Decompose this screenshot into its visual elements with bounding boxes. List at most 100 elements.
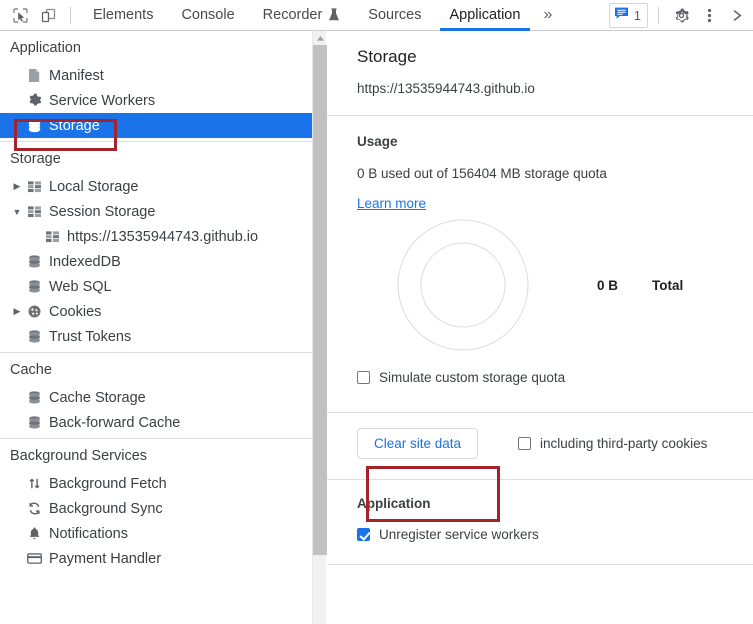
simulate-quota-row[interactable]: Simulate custom storage quota xyxy=(357,370,753,385)
chevron-right-icon[interactable]: ▶ xyxy=(10,181,24,192)
sidebar-item-label: Background Sync xyxy=(49,501,163,517)
tab-label: Console xyxy=(181,7,234,23)
sidebar-item-label: Local Storage xyxy=(49,179,138,195)
storage-usage-chart: 0 B Total xyxy=(357,213,753,368)
third-party-cookies-checkbox[interactable] xyxy=(518,437,531,450)
sidebar-item-background-sync[interactable]: Background Sync xyxy=(0,496,312,521)
tab-recorder[interactable]: Recorder xyxy=(249,0,355,31)
sidebar-item-label: Storage xyxy=(49,118,100,134)
database-icon xyxy=(24,279,44,294)
storage-panel-header: Storage https://13535944743.github.io xyxy=(327,31,753,96)
sidebar-item-cookies[interactable]: ▶ Cookies xyxy=(0,299,312,324)
sidebar-item-label: IndexedDB xyxy=(49,254,121,270)
usage-summary: 0 B used out of 156404 MB storage quota xyxy=(357,166,753,181)
inspect-element-cursor-icon[interactable] xyxy=(6,2,34,28)
third-party-cookies-label: including third-party cookies xyxy=(540,436,707,451)
sidebar-item-notifications[interactable]: Notifications xyxy=(0,521,312,546)
sidebar-scrollbar[interactable] xyxy=(312,31,326,624)
database-icon xyxy=(24,415,44,430)
bell-icon xyxy=(24,526,44,541)
tab-sources[interactable]: Sources xyxy=(354,0,435,31)
tab-label: Elements xyxy=(93,7,153,23)
section-divider xyxy=(327,564,753,565)
table-icon xyxy=(24,205,44,218)
tab-elements[interactable]: Elements xyxy=(79,0,167,31)
sidebar-group-title-background-services: Background Services xyxy=(0,439,312,471)
tab-label: Sources xyxy=(368,7,421,23)
sidebar-item-label: Cache Storage xyxy=(49,390,146,406)
more-tabs-chevron-icon[interactable]: » xyxy=(534,0,561,31)
origin-label: https://13535944743.github.io xyxy=(357,81,753,96)
sidebar-item-label: Back-forward Cache xyxy=(49,415,180,431)
toolbar-divider xyxy=(70,7,71,24)
message-count: 1 xyxy=(634,8,641,23)
device-toolbar-icon[interactable] xyxy=(34,2,62,28)
sidebar-item-trust-tokens[interactable]: Trust Tokens xyxy=(0,324,312,349)
application-section-title: Application xyxy=(357,496,753,511)
experimental-flask-icon xyxy=(328,8,340,22)
sidebar-item-label: https://13535944743.github.io xyxy=(67,229,258,245)
usage-donut-ring xyxy=(397,219,529,356)
sidebar-item-back-forward-cache[interactable]: Back-forward Cache xyxy=(0,410,312,435)
sidebar-scroll-content: Application Manifest Service xyxy=(0,31,312,571)
up-down-arrows-icon xyxy=(24,476,44,491)
message-count-badge[interactable]: 1 xyxy=(609,3,648,28)
message-bubble-icon xyxy=(614,6,629,25)
sidebar-item-indexeddb[interactable]: IndexedDB xyxy=(0,249,312,274)
gear-icon[interactable] xyxy=(667,2,695,28)
close-icon[interactable] xyxy=(723,2,751,28)
scroll-up-arrow-icon[interactable] xyxy=(313,31,327,45)
clear-site-data-section: Clear site data including third-party co… xyxy=(327,413,753,459)
kebab-menu-icon[interactable] xyxy=(695,2,723,28)
sidebar-item-label: Web SQL xyxy=(49,279,112,295)
database-icon xyxy=(24,329,44,344)
table-icon xyxy=(42,230,62,243)
legend-value: 0 B xyxy=(597,278,618,293)
sidebar-item-label: Notifications xyxy=(49,526,128,542)
usage-section-title: Usage xyxy=(357,134,753,149)
document-icon xyxy=(24,68,44,83)
usage-section: Usage 0 B used out of 156404 MB storage … xyxy=(327,116,753,385)
table-icon xyxy=(24,180,44,193)
panel-tabs: Elements Console Recorder Sources Applic… xyxy=(79,0,561,31)
learn-more-link[interactable]: Learn more xyxy=(357,196,426,211)
sync-refresh-icon xyxy=(24,501,44,516)
sidebar-item-label: Manifest xyxy=(49,68,104,84)
sidebar-item-label: Session Storage xyxy=(49,204,155,220)
sidebar-item-manifest[interactable]: Manifest xyxy=(0,63,312,88)
clear-site-data-button[interactable]: Clear site data xyxy=(357,428,478,459)
sidebar-item-session-storage-origin[interactable]: https://13535944743.github.io xyxy=(0,224,312,249)
legend-name: Total xyxy=(652,278,683,293)
sidebar-item-storage[interactable]: Storage xyxy=(0,113,312,138)
sidebar-item-cache-storage[interactable]: Cache Storage xyxy=(0,385,312,410)
tab-console[interactable]: Console xyxy=(167,0,248,31)
sidebar-scrollbar-thumb[interactable] xyxy=(313,45,327,555)
tab-application[interactable]: Application xyxy=(436,0,535,31)
application-sidebar[interactable]: Application Manifest Service xyxy=(0,31,312,624)
storage-panel: Storage https://13535944743.github.io Us… xyxy=(327,31,753,624)
sidebar-group-title-storage: Storage xyxy=(0,142,312,174)
toolbar-right-actions: 1 xyxy=(609,0,753,31)
sidebar-item-service-workers[interactable]: Service Workers xyxy=(0,88,312,113)
simulate-quota-label: Simulate custom storage quota xyxy=(379,370,565,385)
chevron-down-icon[interactable]: ▼ xyxy=(10,207,24,217)
unregister-service-workers-checkbox[interactable] xyxy=(357,528,370,541)
database-icon xyxy=(24,118,44,133)
sidebar-item-web-sql[interactable]: Web SQL xyxy=(0,274,312,299)
sidebar-group-title-application: Application xyxy=(0,31,312,63)
unregister-service-workers-label: Unregister service workers xyxy=(379,527,539,542)
tab-label: Recorder xyxy=(263,7,323,23)
sidebar-item-background-fetch[interactable]: Background Fetch xyxy=(0,471,312,496)
sidebar-item-session-storage[interactable]: ▼ Session Storage xyxy=(0,199,312,224)
simulate-quota-checkbox[interactable] xyxy=(357,371,370,384)
sidebar-item-label: Trust Tokens xyxy=(49,329,131,345)
sidebar-item-local-storage[interactable]: ▶ Local Storage xyxy=(0,174,312,199)
database-icon xyxy=(24,390,44,405)
page-title: Storage xyxy=(357,47,753,67)
sidebar-item-payment-handler[interactable]: Payment Handler xyxy=(0,546,312,571)
application-section: Application Unregister service workers xyxy=(327,480,753,542)
sidebar-item-label: Cookies xyxy=(49,304,101,320)
unregister-service-workers-row[interactable]: Unregister service workers xyxy=(357,527,753,542)
chevron-right-icon[interactable]: ▶ xyxy=(10,306,24,317)
cookie-icon xyxy=(24,304,44,319)
